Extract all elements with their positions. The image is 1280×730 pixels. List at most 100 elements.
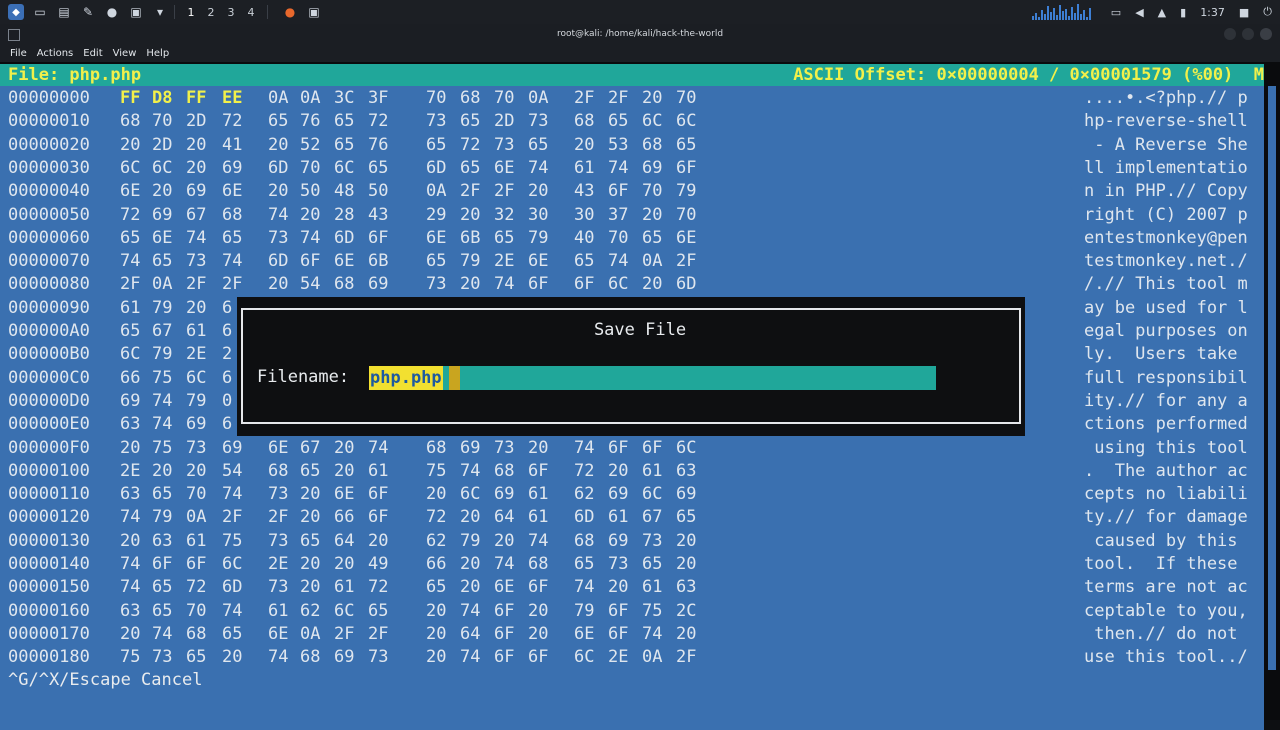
hex-byte[interactable]: 64 <box>334 531 358 551</box>
hex-row[interactable]: 00000000 FF D8 FF EE 0A 0A 3C 3F 70 68 70 0A 2F 2F 20 70… <box>0 88 1264 111</box>
hex-byte[interactable]: 69 <box>368 274 392 294</box>
hex-byte[interactable]: 6E <box>268 438 292 458</box>
hex-byte[interactable]: 74 <box>460 461 484 481</box>
hex-byte[interactable]: 68 <box>120 111 144 131</box>
hex-byte[interactable]: 6E <box>152 228 176 248</box>
hex-byte[interactable]: 20 <box>268 135 292 155</box>
hex-byte[interactable]: 73 <box>152 647 176 667</box>
hex-byte[interactable]: 6E <box>334 484 358 504</box>
hex-byte[interactable]: 66 <box>334 507 358 527</box>
hex-byte[interactable]: 20 <box>642 205 666 225</box>
ascii-text[interactable]: ll implementatio <box>1084 158 1248 178</box>
hex-byte[interactable]: 69 <box>608 484 632 504</box>
hex-row[interactable]: 00000040 6E 20 69 6E 20 50 48 50 0A 2F 2F 20 43 6F 70 79… <box>0 181 1264 204</box>
hex-byte[interactable]: 63 <box>120 601 144 621</box>
hex-byte[interactable]: 75 <box>152 368 176 388</box>
hex-byte[interactable]: 37 <box>608 205 632 225</box>
battery-icon[interactable]: ▮ <box>1180 6 1186 19</box>
hex-byte[interactable]: 6D <box>426 158 450 178</box>
hex-byte[interactable]: 2F <box>268 507 292 527</box>
hex-byte[interactable]: 73 <box>268 577 292 597</box>
hex-byte[interactable]: 20 <box>426 647 450 667</box>
hex-byte[interactable]: 65 <box>300 531 324 551</box>
hex-byte[interactable]: 20 <box>676 554 700 574</box>
hex-byte[interactable]: 6C <box>642 484 666 504</box>
hex-byte[interactable]: 6F <box>152 554 176 574</box>
hex-byte[interactable]: 6F <box>676 158 700 178</box>
hex-row[interactable]: 00000140 74 6F 6F 6C 2E 20 20 49 66 20 74 68 65 73 65 20… <box>0 554 1264 577</box>
hex-byte[interactable]: 0A <box>152 274 176 294</box>
hex-byte[interactable]: 20 <box>460 205 484 225</box>
ascii-text[interactable]: entestmonkey@pen <box>1084 228 1248 248</box>
hex-byte[interactable]: 69 <box>222 158 246 178</box>
hex-row[interactable]: 00000120 74 79 0A 2F 2F 20 66 6F 72 20 64 61 6D 61 67 65… <box>0 507 1264 530</box>
hex-byte[interactable]: 20 <box>300 484 324 504</box>
ascii-text[interactable]: full responsibil <box>1084 368 1248 388</box>
hex-byte[interactable]: 70 <box>186 601 210 621</box>
hex-byte[interactable]: 69 <box>222 438 246 458</box>
hex-byte[interactable]: 3F <box>368 88 392 108</box>
hex-byte[interactable]: 2F <box>222 274 246 294</box>
ascii-text[interactable]: terms are not ac <box>1084 577 1248 597</box>
hex-byte[interactable]: 75 <box>120 647 144 667</box>
hex-byte[interactable]: 2F <box>368 624 392 644</box>
hex-byte[interactable]: 2F <box>334 624 358 644</box>
hex-byte[interactable]: 61 <box>528 507 552 527</box>
ascii-text[interactable]: /.// This tool m <box>1084 274 1248 294</box>
hex-byte[interactable]: 20 <box>120 531 144 551</box>
hex-byte[interactable]: 52 <box>300 135 324 155</box>
hex-byte[interactable]: 20 <box>334 461 358 481</box>
hex-byte[interactable]: 74 <box>152 391 176 411</box>
hex-byte[interactable]: 79 <box>152 298 176 318</box>
hex-byte[interactable]: 79 <box>152 507 176 527</box>
hex-byte[interactable]: 62 <box>300 601 324 621</box>
hex-byte[interactable]: 65 <box>608 111 632 131</box>
hex-byte[interactable]: 79 <box>676 181 700 201</box>
hex-byte[interactable]: 3C <box>334 88 358 108</box>
hex-byte[interactable]: 6F <box>494 647 518 667</box>
hex-byte[interactable]: 20 <box>608 461 632 481</box>
hex-byte[interactable]: 6F <box>494 601 518 621</box>
hex-byte[interactable]: 20 <box>268 274 292 294</box>
hex-byte[interactable]: 20 <box>300 507 324 527</box>
hex-byte[interactable]: 20 <box>460 577 484 597</box>
ascii-text[interactable]: testmonkey.net./ <box>1084 251 1248 271</box>
hex-byte[interactable]: 20 <box>528 601 552 621</box>
hex-byte[interactable]: 20 <box>334 554 358 574</box>
hex-byte[interactable]: 6F <box>300 251 324 271</box>
hex-byte[interactable]: 6E <box>676 228 700 248</box>
hex-byte[interactable]: 68 <box>494 461 518 481</box>
hex-byte[interactable]: 75 <box>222 531 246 551</box>
ascii-text[interactable]: cepts no liabili <box>1084 484 1248 504</box>
hex-byte[interactable]: 20 <box>152 181 176 201</box>
hex-byte[interactable]: 79 <box>574 601 598 621</box>
hex-byte[interactable]: 43 <box>574 181 598 201</box>
hex-byte[interactable]: 74 <box>222 251 246 271</box>
hex-byte[interactable]: 72 <box>460 135 484 155</box>
hex-byte[interactable]: 62 <box>426 531 450 551</box>
hex-byte[interactable]: 63 <box>676 461 700 481</box>
ascii-text[interactable]: ay be used for l <box>1084 298 1248 318</box>
hex-byte[interactable]: 62 <box>574 484 598 504</box>
hex-byte[interactable]: 20 <box>494 531 518 551</box>
filename-value[interactable]: php.php <box>369 366 443 390</box>
hex-byte[interactable]: 61 <box>642 577 666 597</box>
ascii-text[interactable]: - A Reverse She <box>1084 135 1248 155</box>
hex-byte[interactable]: 2E <box>186 344 210 364</box>
hex-byte[interactable]: 20 <box>186 158 210 178</box>
hex-byte[interactable]: 6D <box>334 228 358 248</box>
hex-byte[interactable]: 2F <box>222 507 246 527</box>
hex-byte[interactable]: 20 <box>426 624 450 644</box>
hex-byte[interactable]: 6D <box>268 251 292 271</box>
ascii-text[interactable]: then.// do not <box>1084 624 1248 644</box>
hex-byte[interactable]: 65 <box>300 461 324 481</box>
hex-byte[interactable]: 70 <box>494 88 518 108</box>
hex-byte[interactable]: 2D <box>152 135 176 155</box>
hex-byte[interactable]: 20 <box>152 461 176 481</box>
hex-byte[interactable]: 20 <box>300 554 324 574</box>
hex-byte[interactable]: 68 <box>222 205 246 225</box>
hex-byte[interactable]: 0A <box>528 88 552 108</box>
hex-byte[interactable]: 32 <box>494 205 518 225</box>
hex-byte[interactable]: 68 <box>426 438 450 458</box>
hex-byte[interactable]: 61 <box>642 461 666 481</box>
